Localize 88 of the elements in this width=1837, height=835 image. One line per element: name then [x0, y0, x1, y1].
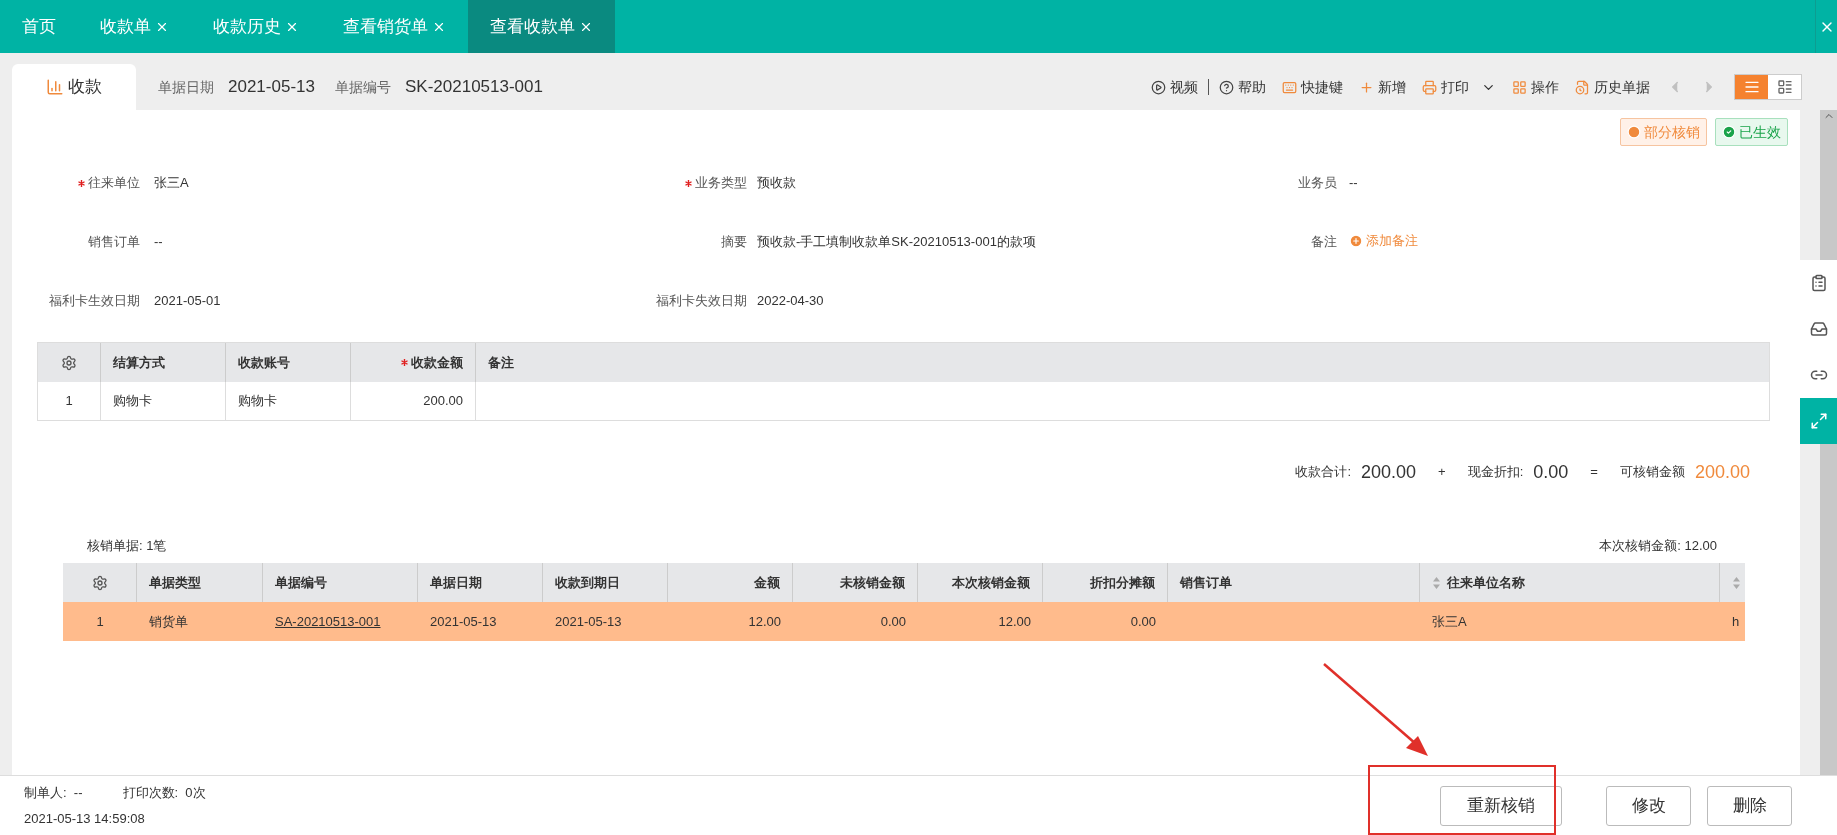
- field-label: 销售订单: [88, 233, 140, 252]
- column-header: 收款账号: [226, 343, 351, 382]
- table-cell-text: 12.00: [998, 612, 1031, 631]
- table-cell-text: 0.00: [880, 612, 906, 631]
- action-button[interactable]: 重新核销: [1440, 785, 1562, 826]
- detail-list-icon: [1776, 79, 1793, 95]
- column-header: 收款金额: [351, 343, 476, 382]
- toolbar-button[interactable]: 快捷键: [1282, 76, 1343, 98]
- toolbar-button[interactable]: 新增: [1359, 76, 1406, 98]
- field-value: 2021-05-13: [228, 76, 315, 99]
- field-value: 预收款-手工填制收款单SK-20210513-001的款项: [757, 234, 1036, 250]
- table-cell-text: h: [1732, 612, 1740, 631]
- toolbar-button[interactable]: 帮助: [1219, 76, 1266, 98]
- toolbar-button[interactable]: 操作: [1512, 76, 1559, 98]
- list-icon: [1743, 79, 1760, 95]
- field-value: 2022-04-30: [757, 293, 824, 309]
- view-toggle[interactable]: [1735, 75, 1768, 99]
- field-value: --: [1349, 175, 1358, 191]
- toolbar-button[interactable]: 视频: [1151, 76, 1198, 98]
- notes-icon: [1809, 274, 1828, 292]
- field-label: 往来单位: [88, 174, 140, 193]
- chart-icon: [46, 78, 64, 96]
- field-label: 摘要: [721, 233, 747, 252]
- keyboard-icon: [1282, 79, 1297, 95]
- field-label: 单据日期: [158, 77, 214, 97]
- summary-value: 200.00: [1361, 460, 1417, 484]
- summary-label: 现金折扣:: [1467, 463, 1524, 482]
- toolbar-button[interactable]: 打印: [1422, 76, 1496, 98]
- play-icon: [1151, 79, 1166, 95]
- printer-icon: [1422, 79, 1437, 95]
- row-number: 1: [96, 612, 104, 631]
- sort-icon[interactable]: [1732, 575, 1741, 590]
- document-link[interactable]: SA-20210513-001: [275, 611, 381, 632]
- field-value: 张三A: [154, 175, 189, 191]
- row-number: 1: [65, 392, 73, 411]
- plus-icon: [1359, 79, 1374, 95]
- field-label: 业务类型: [695, 174, 747, 193]
- action-button[interactable]: 删除: [1707, 785, 1792, 826]
- table-cell-text: 2021-05-13: [430, 612, 497, 631]
- operator: +: [1438, 463, 1446, 482]
- status-badge: 部分核销: [1620, 118, 1707, 146]
- view-toggle[interactable]: [1768, 75, 1801, 99]
- table-cell-text: 2021-05-13: [555, 612, 622, 631]
- tray-icon: [1809, 320, 1828, 338]
- column-header: 备注: [487, 353, 515, 372]
- field-value: 预收款: [757, 175, 796, 191]
- grid-icon: [1512, 79, 1527, 95]
- table-cell-text: 200.00: [423, 392, 463, 411]
- summary-value: 0.00: [1533, 460, 1569, 484]
- toolbar-button[interactable]: 历史单据: [1575, 76, 1650, 98]
- table-cell-text: 12.00: [748, 612, 781, 631]
- check-icon: [1722, 125, 1736, 139]
- operator: =: [1590, 463, 1598, 482]
- plus-icon: [1349, 233, 1363, 248]
- page-tab[interactable]: 查看收款单: [468, 0, 615, 53]
- writeoff-amount: 本次核销金额: 12.00: [1599, 537, 1717, 556]
- field-label: 业务员: [1298, 174, 1337, 193]
- document-clock-icon: [1575, 79, 1590, 95]
- field-label: 福利卡失效日期: [656, 292, 747, 311]
- field-label: 单据编号: [334, 77, 391, 97]
- field-value: 2021-05-01: [154, 293, 221, 309]
- settings-icon[interactable]: [91, 574, 108, 591]
- print-count: 打印次数: 0次: [122, 784, 206, 802]
- writeoff-count: 核销单据: 1笔: [87, 537, 167, 556]
- table-cell-text: 0.00: [1130, 612, 1156, 631]
- field-label: 备注: [1311, 233, 1337, 252]
- sort-icon[interactable]: [1432, 575, 1441, 590]
- creator-label: 制单人: --: [24, 784, 83, 802]
- table-cell-text: 购物卡: [238, 392, 277, 411]
- table-cell-text: 购物卡: [113, 392, 152, 411]
- summary-value: 200.00: [1694, 460, 1750, 484]
- settings-icon[interactable]: [61, 354, 77, 371]
- table-row[interactable]: 1 销货单 SA-20210513-001 2021-05-13 2021-05-13 12.00 0.00 12.00 0.00 张三A h: [63, 602, 1745, 641]
- timestamp: 2021-05-13 14:59:08: [24, 809, 146, 828]
- column-header: 结算方式: [101, 343, 226, 382]
- table-cell-text: 销货单: [149, 612, 188, 631]
- action-button[interactable]: 修改: [1606, 785, 1691, 826]
- summary-label: 可核销金额: [1619, 463, 1685, 482]
- summary-label: 收款合计:: [1295, 463, 1351, 482]
- field-label: 福利卡生效日期: [49, 292, 140, 311]
- expand-icon: [1809, 412, 1828, 430]
- field-value: --: [154, 234, 163, 250]
- document-tab[interactable]: 收款: [12, 64, 136, 110]
- help-icon: [1219, 79, 1234, 95]
- field-value: SK-20210513-001: [404, 76, 543, 99]
- status-badge: 已生效: [1715, 118, 1788, 146]
- required-icon: [401, 359, 408, 366]
- table-cell-text: 张三A: [1432, 612, 1467, 631]
